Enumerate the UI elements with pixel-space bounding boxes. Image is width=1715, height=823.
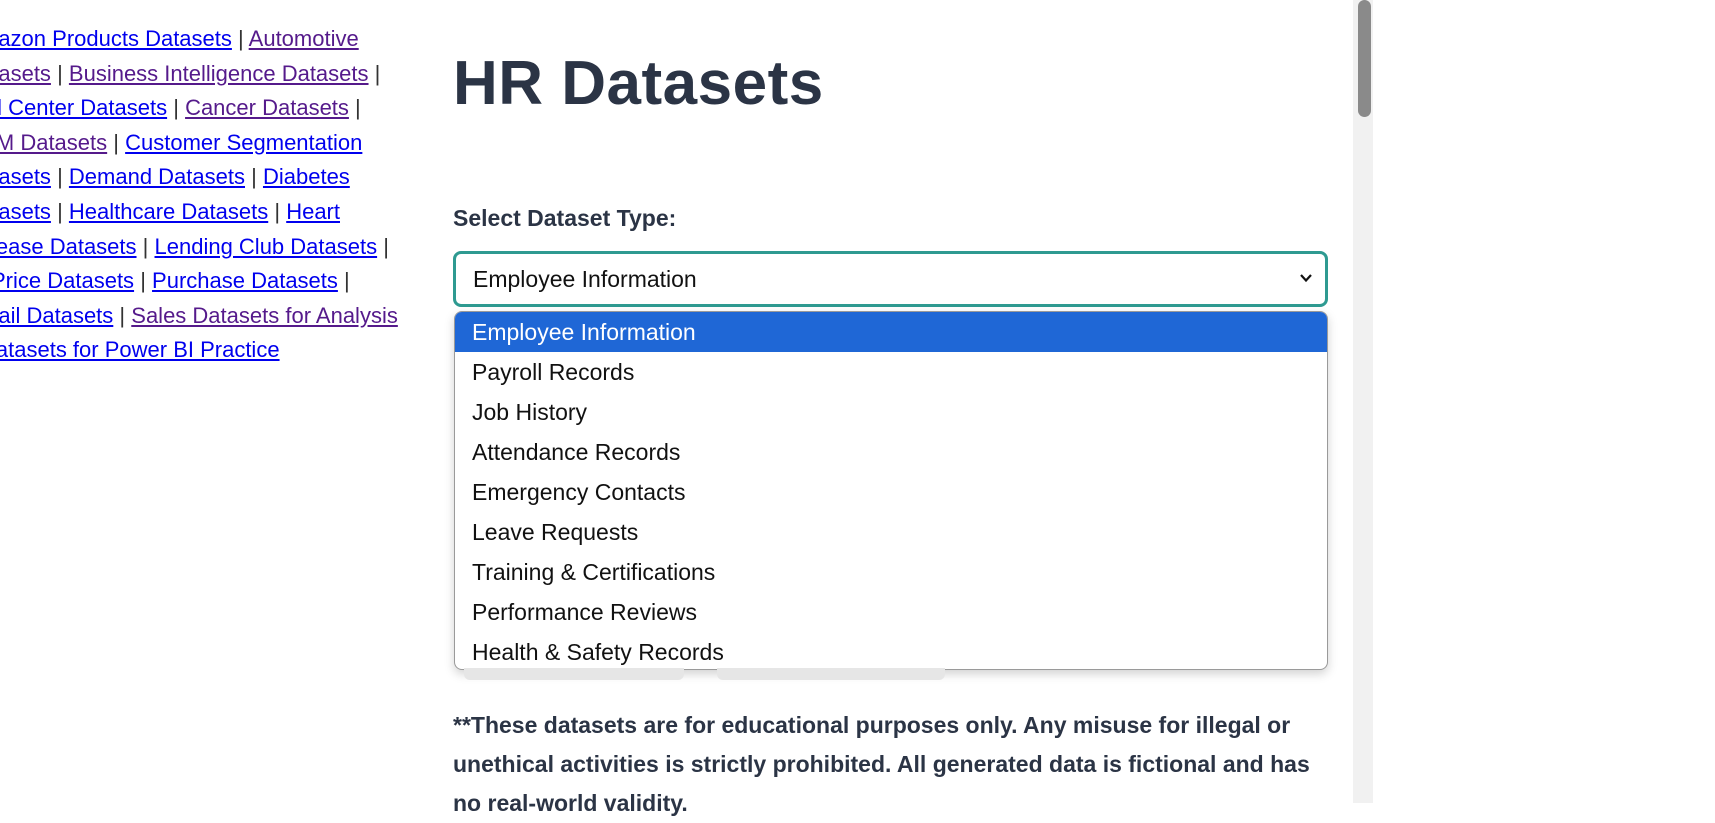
link-separator: | <box>140 268 146 294</box>
sidebar-link-crm[interactable]: RM Datasets <box>0 130 107 155</box>
option-emergency-contacts[interactable]: Emergency Contacts <box>455 472 1327 512</box>
sidebar-line-5: atasets | Demand Datasets | Diabetes <box>0 160 420 195</box>
sidebar-link-business-intelligence[interactable]: Business Intelligence Datasets <box>69 61 369 86</box>
sidebar-link-retail[interactable]: etail Datasets <box>0 303 113 328</box>
sidebar-link-call-center[interactable]: all Center Datasets <box>0 95 167 120</box>
option-health-safety-records[interactable]: Health & Safety Records <box>455 632 1327 669</box>
main-content: HR Datasets Select Dataset Type: Employe… <box>418 0 1353 816</box>
sidebar-link-demand[interactable]: Demand Datasets <box>69 164 245 189</box>
sidebar-link-healthcare[interactable]: Healthcare Datasets <box>69 199 268 224</box>
dataset-type-dropdown: Employee Information Payroll Records Job… <box>454 311 1328 670</box>
selected-value: Employee Information <box>473 265 697 292</box>
link-separator: | <box>355 95 361 121</box>
link-separator: | <box>383 233 389 259</box>
sidebar-line-7: isease Datasets | Lending Club Datasets … <box>0 230 420 265</box>
option-leave-requests[interactable]: Leave Requests <box>455 512 1327 552</box>
sidebar-link-heart-disease[interactable]: Heart <box>286 199 340 224</box>
sidebar-link-sales-analysis[interactable]: Sales Datasets for Analysis <box>131 303 398 328</box>
educational-disclaimer: **These datasets are for educational pur… <box>453 712 1310 816</box>
sidebar-link-heart-disease-cont[interactable]: isease Datasets <box>0 234 137 259</box>
link-separator: | <box>274 198 281 224</box>
link-separator: | <box>57 164 63 190</box>
sidebar-line-2: atasets | Business Intelligence Datasets… <box>0 57 420 92</box>
sidebar-line-3: all Center Datasets | Cancer Datasets | <box>0 91 420 126</box>
link-separator: | <box>142 233 149 259</box>
sidebar-line-9: etail Datasets | Sales Datasets for Anal… <box>0 299 420 334</box>
sidebar-link-power-bi-practice[interactable]: Datasets for Power BI Practice <box>0 337 280 362</box>
option-training-certifications[interactable]: Training & Certifications <box>455 552 1327 592</box>
sidebar-link-diabetes[interactable]: Diabetes <box>263 164 350 189</box>
sidebar-link-customer-segmentation-cont[interactable]: atasets <box>0 164 51 189</box>
dataset-type-label: Select Dataset Type: <box>453 205 677 231</box>
sidebar-link-amazon-products[interactable]: mazon Products Datasets <box>0 26 232 51</box>
hidden-button-edge <box>717 668 945 680</box>
link-separator: | <box>57 60 63 86</box>
link-separator: | <box>173 95 179 121</box>
option-performance-reviews[interactable]: Performance Reviews <box>455 592 1327 632</box>
sidebar-link-automotive-cont[interactable]: atasets <box>0 61 51 86</box>
option-employee-information[interactable]: Employee Information <box>455 312 1327 352</box>
sidebar-link-price[interactable]: l Price Datasets <box>0 268 134 293</box>
sidebar-link-cancer[interactable]: Cancer Datasets <box>185 95 349 120</box>
sidebar-link-diabetes-cont[interactable]: atasets <box>0 199 51 224</box>
scrollbar-track[interactable] <box>1353 0 1373 803</box>
sidebar-line-4: RM Datasets | Customer Segmentation <box>0 126 420 161</box>
sidebar-link-customer-segmentation[interactable]: Customer Segmentation <box>125 130 362 155</box>
sidebar-line-8: l Price Datasets | Purchase Datasets | <box>0 264 420 299</box>
sidebar-link-purchase[interactable]: Purchase Datasets <box>152 268 338 293</box>
link-separator: | <box>113 129 119 155</box>
chevron-down-icon <box>1300 274 1312 283</box>
scrollbar-thumb[interactable] <box>1358 0 1371 117</box>
page-title: HR Datasets <box>453 49 824 118</box>
sidebar-link-lending-club[interactable]: Lending Club Datasets <box>155 234 378 259</box>
link-separator: | <box>374 60 381 86</box>
link-separator: | <box>119 302 126 328</box>
sidebar-line-6: atasets | Healthcare Datasets | Heart <box>0 195 420 230</box>
related-datasets-links: mazon Products Datasets | Automotive ata… <box>0 22 420 368</box>
dataset-type-select[interactable]: Employee Information <box>453 251 1328 307</box>
sidebar-line-1: mazon Products Datasets | Automotive <box>0 22 420 57</box>
hidden-button-edge <box>464 668 684 680</box>
link-separator: | <box>57 198 63 224</box>
sidebar-link-automotive[interactable]: Automotive <box>249 26 359 51</box>
sidebar-line-10: Datasets for Power BI Practice <box>0 333 420 368</box>
link-separator: | <box>238 26 244 51</box>
option-payroll-records[interactable]: Payroll Records <box>455 352 1327 392</box>
option-job-history[interactable]: Job History <box>455 392 1327 432</box>
option-attendance-records[interactable]: Attendance Records <box>455 432 1327 472</box>
link-separator: | <box>344 268 350 294</box>
link-separator: | <box>251 164 257 190</box>
